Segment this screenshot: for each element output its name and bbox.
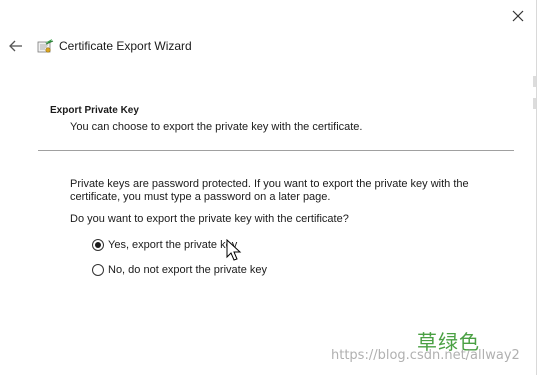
watermark-url: https://blog.csdn.net/allway2 (331, 348, 520, 363)
header-divider (38, 150, 514, 151)
close-button[interactable] (506, 4, 530, 28)
section-heading: Export Private Key (50, 105, 139, 116)
radio-dot (95, 242, 101, 248)
radio-export-yes-label[interactable]: Yes, export the private key (108, 239, 237, 251)
radio-export-yes[interactable]: Yes, export the private key (92, 238, 237, 252)
back-button[interactable] (6, 36, 26, 56)
section-subheading: You can choose to export the private key… (70, 121, 363, 133)
close-icon (512, 10, 524, 22)
wizard-header: Certificate Export Wizard (36, 36, 192, 56)
certificate-export-wizard-window: Certificate Export Wizard Export Private… (0, 0, 537, 375)
radio-export-no-label[interactable]: No, do not export the private key (108, 264, 267, 276)
scrollbar-mark (533, 98, 536, 109)
radio-button-selected[interactable] (92, 239, 104, 251)
wizard-title: Certificate Export Wizard (59, 39, 192, 53)
export-question-text: Do you want to export the private key wi… (70, 213, 349, 225)
radio-button-unselected[interactable] (92, 264, 104, 276)
arrow-left-icon (9, 40, 22, 52)
scrollbar-mark (533, 76, 536, 87)
certificate-icon (37, 39, 54, 53)
radio-export-no[interactable]: No, do not export the private key (92, 263, 267, 277)
password-info-text: Private keys are password protected. If … (70, 178, 469, 203)
